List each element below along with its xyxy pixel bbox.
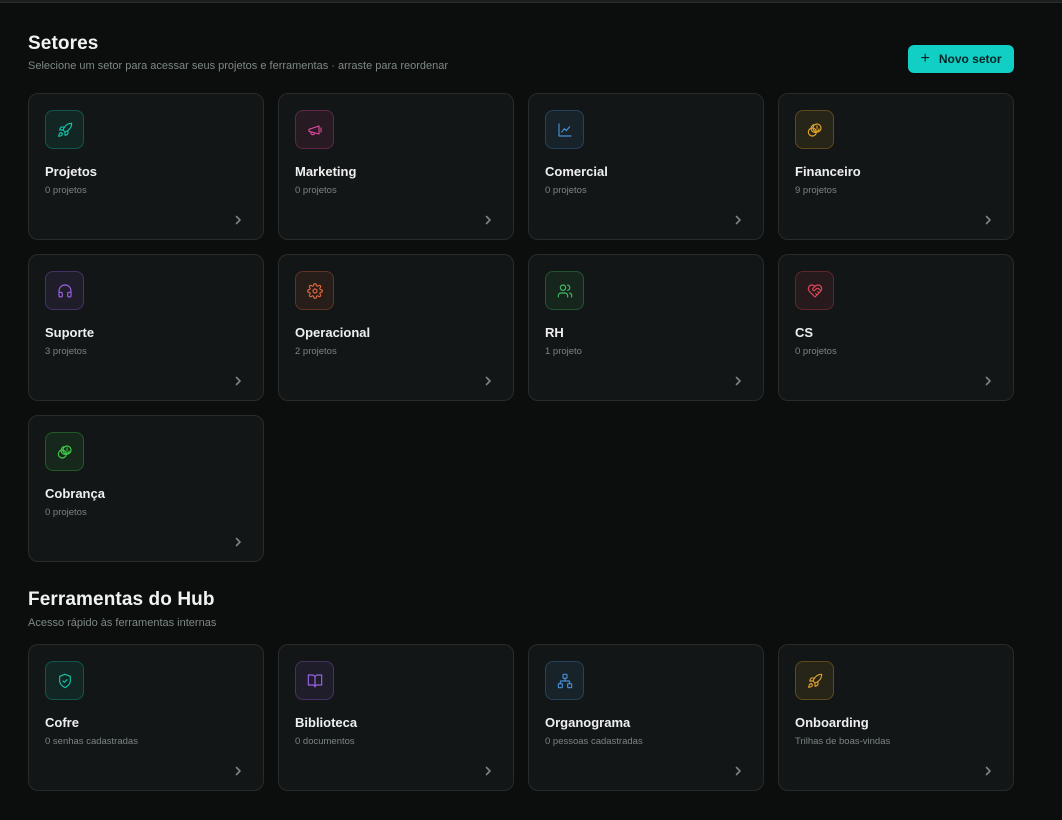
rocket-icon [795,661,834,700]
sectors-card-financeiro[interactable]: Financeiro 9 projetos [778,93,1014,240]
card-title: Organograma [545,715,631,730]
coins-icon [45,432,84,471]
card-title: Suporte [45,325,95,340]
card-subtitle: Trilhas de boas-vindas [795,736,891,747]
chevron-right-icon [233,534,243,547]
chevron-right-icon [483,763,493,776]
chevron-right-icon [483,373,493,386]
sectors-card-cobranca[interactable]: Cobrança 0 projetos [28,415,264,562]
line-chart-icon [545,110,584,149]
card-subtitle: 0 documentos [295,736,355,747]
headset-icon [45,271,84,310]
card-title: Marketing [295,164,357,179]
sectors-card-operacional[interactable]: Operacional 2 projetos [278,254,514,401]
tools-card-organograma[interactable]: Organograma 0 pessoas cadastradas [528,644,764,791]
chevron-right-icon [233,373,243,386]
tools-card-biblioteca[interactable]: Biblioteca 0 documentos [278,644,514,791]
sectors-card-cs[interactable]: CS 0 projetos [778,254,1014,401]
card-title: Projetos [45,164,98,179]
card-subtitle: 3 projetos [45,346,87,357]
gear-icon [295,271,334,310]
card-title: Financeiro [795,164,861,179]
chevron-right-icon [983,373,993,386]
sectors-card-comercial[interactable]: Comercial 0 projetos [528,93,764,240]
card-subtitle: 9 projetos [795,185,837,196]
card-title: CS [795,325,814,340]
card-title: Comercial [545,164,608,179]
sectors-title: Setores [28,33,99,54]
chevron-right-icon [733,212,743,225]
tools-grid: Cofre 0 senhas cadastradas Biblioteca 0 doc… [28,644,1014,791]
chevron-right-icon [483,212,493,225]
card-subtitle: 0 projetos [45,185,87,196]
sectors-card-projetos[interactable]: Projetos 0 projetos [28,93,264,240]
card-subtitle: 1 projeto [545,346,582,357]
sectors-card-marketing[interactable]: Marketing 0 projetos [278,93,514,240]
tools-card-onboarding[interactable]: Onboarding Trilhas de boas-vindas [778,644,1014,791]
card-subtitle: 0 projetos [545,185,587,196]
org-chart-icon [545,661,584,700]
chevron-right-icon [983,212,993,225]
heart-handshake-icon [795,271,834,310]
card-title: Cofre [45,715,79,730]
card-subtitle: 0 projetos [295,185,337,196]
chevron-right-icon [983,763,993,776]
chevron-right-icon [733,373,743,386]
tools-card-cofre[interactable]: Cofre 0 senhas cadastradas [28,644,264,791]
card-title: RH [545,325,564,340]
sectors-subtitle: Selecione um setor para acessar seus pro… [28,60,449,72]
card-subtitle: 0 pessoas cadastradas [545,736,643,747]
card-subtitle: 2 projetos [295,346,337,357]
sectors-card-rh[interactable]: RH 1 projeto [528,254,764,401]
card-subtitle: 0 projetos [45,507,87,518]
tools-title: Ferramentas do Hub [28,589,215,610]
card-title: Biblioteca [295,715,358,730]
rocket-icon [45,110,84,149]
tools-subtitle: Acesso rápido às ferramentas internas [28,617,217,629]
coins-icon [795,110,834,149]
new-sector-label: Novo setor [938,52,1002,66]
card-title: Operacional [295,325,371,340]
card-subtitle: 0 senhas cadastradas [45,736,138,747]
chevron-right-icon [233,763,243,776]
sectors-card-suporte[interactable]: Suporte 3 projetos [28,254,264,401]
card-title: Onboarding [795,715,869,730]
shield-check-icon [45,661,84,700]
megaphone-icon [295,110,334,149]
plus-icon: + [920,49,930,67]
chevron-right-icon [233,212,243,225]
chevron-right-icon [733,763,743,776]
sectors-grid: Projetos 0 projetos Marketing 0 projetos Com… [28,93,1014,562]
book-open-icon [295,661,334,700]
top-divider [0,0,1062,3]
users-icon [545,271,584,310]
new-sector-button[interactable]: + Novo setor [908,45,1014,73]
card-title: Cobrança [45,486,105,501]
card-subtitle: 0 projetos [795,346,837,357]
